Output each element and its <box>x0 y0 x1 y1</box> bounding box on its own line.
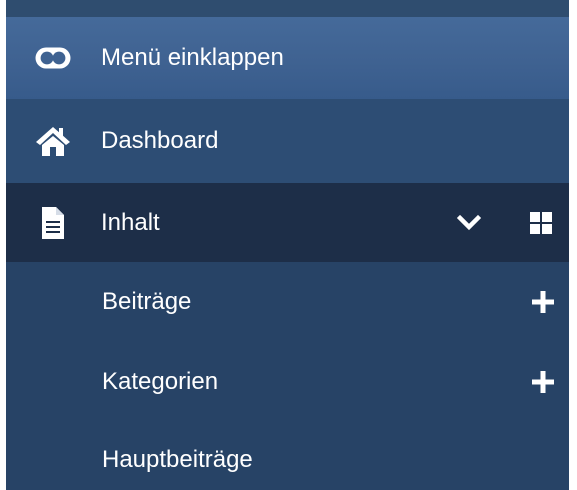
sidebar-item-dashboard[interactable]: Dashboard <box>6 99 569 183</box>
file-icon <box>33 203 73 243</box>
sidebar-item-collapse-menu[interactable]: Menü einklappen <box>6 17 569 99</box>
grid-icon[interactable] <box>526 208 556 238</box>
sidebar-top-strip <box>6 0 569 17</box>
sidebar-item-content[interactable]: Inhalt <box>6 183 569 262</box>
plus-icon[interactable] <box>528 367 558 397</box>
home-icon <box>33 121 73 161</box>
submenu-item-kategorien[interactable]: Kategorien <box>6 342 569 422</box>
sidebar: Menü einklappen Dashboard Inhalt Beiträg… <box>6 0 569 490</box>
sidebar-item-label: Menü einklappen <box>101 44 284 71</box>
sidebar-item-label: Dashboard <box>101 127 219 154</box>
toggle-icon <box>33 38 73 78</box>
submenu-item-hauptbeitraege[interactable]: Hauptbeiträge <box>6 423 569 490</box>
submenu-item-label: Beiträge <box>102 288 192 315</box>
submenu-item-label: Kategorien <box>102 368 219 395</box>
plus-icon[interactable] <box>528 287 558 317</box>
sidebar-item-label: Inhalt <box>101 208 160 236</box>
submenu-item-label: Hauptbeiträge <box>102 446 253 473</box>
submenu-item-beitraege[interactable]: Beiträge <box>6 262 569 342</box>
chevron-down-icon[interactable] <box>454 208 484 238</box>
